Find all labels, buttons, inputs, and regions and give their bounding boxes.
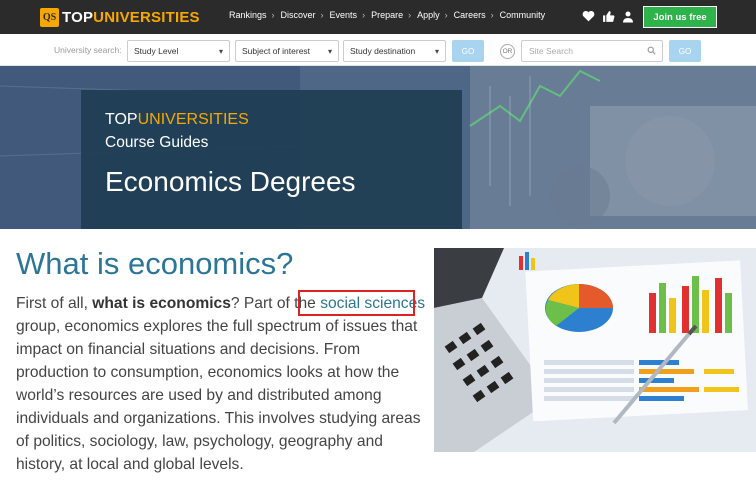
chevron-right-icon: › (444, 10, 448, 20)
nav-prepare[interactable]: Prepare › (371, 10, 411, 20)
topuniversities-logo[interactable]: QS TOP UNIVERSITIES (40, 8, 200, 27)
nav-apply[interactable]: Apply › (417, 10, 448, 20)
join-us-free-button[interactable]: Join us free (643, 6, 717, 28)
nav-careers[interactable]: Careers › (454, 10, 494, 20)
study-level-value: Study Level (134, 46, 179, 56)
top-navigation-bar: QS TOP UNIVERSITIES Rankings › Discover › E… (0, 0, 756, 34)
qs-logo-mark: QS (40, 8, 59, 27)
logo-text-top: TOP (62, 9, 94, 26)
university-search-bar: University search: Study Level ▾ Subject … (0, 34, 756, 66)
search-label: University search: (54, 45, 122, 55)
logo-text-universities: UNIVERSITIES (93, 9, 200, 26)
hero-subtitle: Course Guides (105, 134, 209, 151)
university-search-go-button[interactable]: GO (452, 40, 484, 62)
chevron-right-icon: › (408, 10, 412, 20)
chevron-right-icon: › (271, 10, 275, 20)
user-icon[interactable] (621, 9, 635, 23)
hero-title-box: TOPUNIVERSITIES Course Guides Economics … (81, 90, 462, 229)
nav-events[interactable]: Events › (330, 10, 366, 20)
hero-brand: TOPUNIVERSITIES (105, 111, 249, 129)
chevron-down-icon: ▾ (327, 47, 332, 56)
hero-brand-universities: UNIVERSITIES (137, 111, 249, 128)
search-icon (647, 46, 656, 57)
or-divider: OR (500, 44, 515, 59)
chevron-right-icon: › (362, 10, 366, 20)
study-level-select[interactable]: Study Level ▾ (127, 40, 230, 62)
nav-rankings[interactable]: Rankings › (229, 10, 275, 20)
hero-title: Economics Degrees (105, 166, 356, 197)
site-search-input[interactable]: Site Search (521, 40, 663, 62)
chevron-down-icon: ▾ (434, 47, 439, 56)
subject-value: Subject of interest (242, 46, 311, 56)
destination-value: Study destination (350, 46, 416, 56)
nav-community[interactable]: Community (500, 10, 546, 20)
intro-text: First of all, (16, 295, 93, 312)
chevron-right-icon: › (320, 10, 324, 20)
chevron-down-icon: ▾ (218, 47, 223, 56)
intro-text-rest: group, economics explores the full spect… (16, 318, 421, 473)
thumbs-up-icon[interactable] (601, 9, 615, 23)
intro-paragraph: First of all, what is economics? Part of… (16, 292, 428, 476)
hero-brand-top: TOP (105, 111, 138, 128)
subject-select[interactable]: Subject of interest ▾ (235, 40, 339, 62)
nav-discover[interactable]: Discover › (281, 10, 324, 20)
site-search-placeholder: Site Search (529, 46, 573, 56)
hero-banner: TOPUNIVERSITIES Course Guides Economics … (0, 66, 756, 229)
heart-icon[interactable] (581, 9, 595, 23)
intro-bold-text: what is economics (92, 295, 231, 312)
laptop-charts-photo (434, 248, 756, 452)
highlight-box (298, 290, 415, 316)
destination-select[interactable]: Study destination ▾ (343, 40, 446, 62)
page-heading: What is economics? (16, 246, 294, 281)
chevron-right-icon: › (490, 10, 494, 20)
site-search-go-button[interactable]: GO (669, 40, 701, 62)
header-icons (581, 9, 635, 23)
main-nav: Rankings › Discover › Events › Prepare › App… (229, 10, 551, 20)
